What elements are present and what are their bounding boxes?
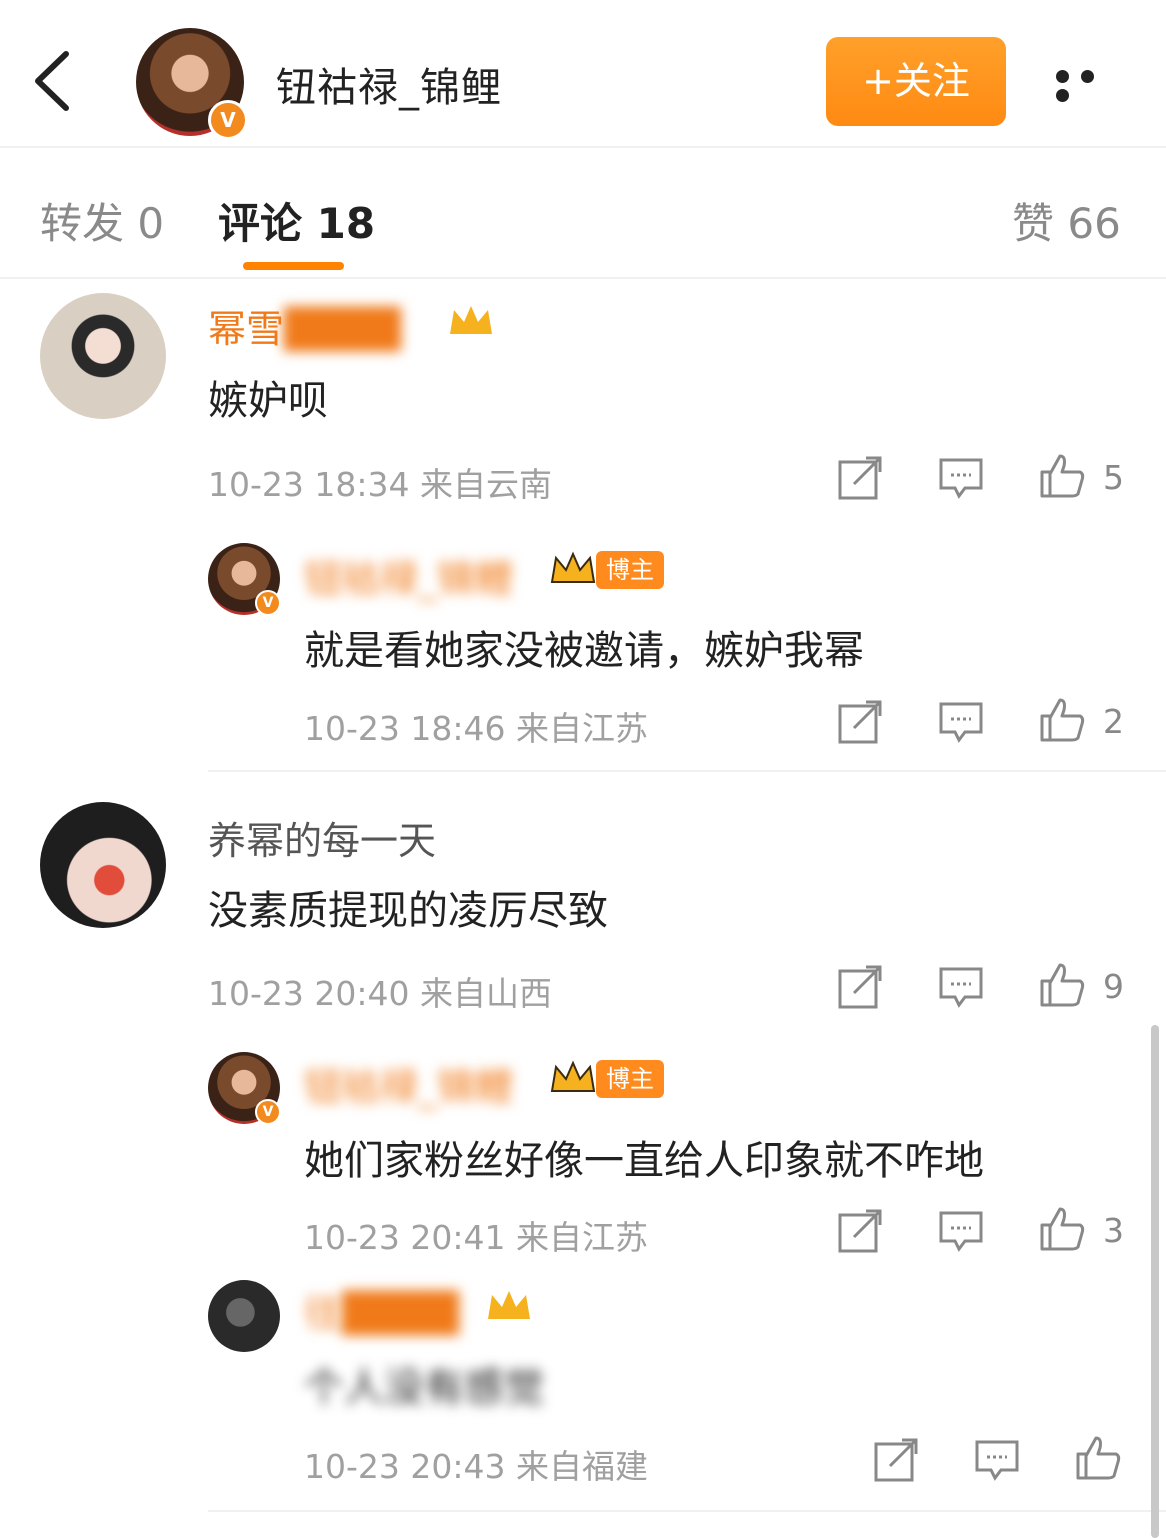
author-name[interactable]: 钮祜禄_锦鲤: [276, 55, 502, 113]
comment-meta: 10-23 20:40 来自山西: [208, 967, 552, 1015]
like-count: 3: [1103, 1211, 1124, 1250]
blurred-name-part: ████: [342, 1291, 459, 1335]
thread-divider: [208, 1510, 1166, 1512]
comment-meta: 10-23 18:34 来自云南: [208, 458, 552, 506]
comment-username[interactable]: 幂雪████: [208, 298, 401, 353]
username-text: 幂雪: [208, 307, 285, 351]
comment-text: 没素质提现的凌厉尽致: [208, 888, 608, 934]
comment-time: 10-23 18:34: [208, 465, 410, 504]
follow-button[interactable]: +关注: [826, 37, 1006, 126]
header-divider: [0, 146, 1166, 148]
active-tab-indicator: [243, 262, 344, 270]
like-count: 9: [1103, 967, 1124, 1006]
avatar[interactable]: [40, 802, 166, 928]
comment-time: 10-23 20:43: [304, 1447, 506, 1486]
comment-username[interactable]: 钮祜禄_锦鲤: [304, 1056, 513, 1111]
thumbs-up-icon[interactable]: [1074, 1434, 1122, 1482]
share-icon[interactable]: [836, 698, 884, 746]
username-text: 往: [304, 1291, 343, 1335]
chevron-left-icon: [35, 51, 69, 111]
comment-username[interactable]: 往████: [304, 1282, 459, 1337]
comment-text: 个人没有感觉: [304, 1365, 544, 1411]
more-dot: [1081, 70, 1094, 83]
thread-divider: [208, 770, 1166, 772]
scrollbar[interactable]: [1151, 1025, 1159, 1538]
crown-icon: [550, 551, 596, 583]
blogger-badge: 博主: [596, 1060, 664, 1098]
username-text: 钮祜禄_锦鲤: [304, 1065, 514, 1109]
comment-username[interactable]: 钮祜禄_锦鲤: [304, 548, 513, 603]
like-count: 2: [1103, 702, 1124, 741]
comment-time: 10-23 20:40: [208, 974, 410, 1013]
comment-icon[interactable]: [937, 698, 985, 746]
more-dot: [1056, 89, 1069, 102]
comment-icon[interactable]: [973, 1436, 1021, 1484]
thumbs-up-icon[interactable]: [1038, 452, 1086, 500]
crown-icon: [450, 306, 492, 334]
tab-comments[interactable]: 评论 18: [218, 190, 375, 251]
share-icon[interactable]: [872, 1436, 920, 1484]
tabs-divider: [0, 277, 1166, 279]
comment-text: 她们家粉丝好像一直给人印象就不咋地: [304, 1138, 984, 1184]
share-icon[interactable]: [836, 1207, 884, 1255]
crown-icon: [550, 1060, 596, 1092]
comment-icon[interactable]: [937, 1207, 985, 1255]
comment-text: 就是看她家没被邀请，嫉妒我幂: [304, 628, 864, 674]
username-text: 钮祜禄_锦鲤: [304, 557, 514, 601]
comment-location: 来自江苏: [515, 709, 648, 748]
back-button[interactable]: [28, 48, 78, 114]
thumbs-up-icon[interactable]: [1038, 1205, 1086, 1253]
share-icon[interactable]: [836, 454, 884, 502]
more-button[interactable]: [1056, 68, 1128, 102]
verified-badge: V: [255, 590, 281, 616]
comment-time: 10-23 18:46: [304, 709, 506, 748]
avatar[interactable]: [40, 293, 166, 419]
verified-badge: V: [208, 100, 248, 140]
avatar[interactable]: [208, 1280, 280, 1352]
verified-badge: V: [255, 1099, 281, 1125]
blogger-badge: 博主: [596, 551, 664, 589]
more-dots-icon: [1056, 70, 1069, 83]
comment-location: 来自山西: [419, 974, 552, 1013]
comment-meta: 10-23 18:46 来自江苏: [304, 702, 648, 750]
comment-icon[interactable]: [937, 963, 985, 1011]
comment-text: 嫉妒呗: [208, 378, 328, 424]
like-count: 5: [1103, 458, 1124, 497]
thumbs-up-icon[interactable]: [1038, 696, 1086, 744]
comment-username[interactable]: 养幂的每一天: [208, 810, 436, 865]
share-icon[interactable]: [836, 963, 884, 1011]
crown-icon: [488, 1291, 530, 1319]
tab-likes[interactable]: 赞 66: [1012, 190, 1121, 251]
comment-icon[interactable]: [937, 454, 985, 502]
comment-meta: 10-23 20:43 来自福建: [304, 1440, 648, 1488]
blurred-name-part: ████: [284, 307, 401, 351]
tab-repost[interactable]: 转发 0: [40, 190, 164, 251]
comment-time: 10-23 20:41: [304, 1218, 506, 1257]
thumbs-up-icon[interactable]: [1038, 961, 1086, 1009]
comment-meta: 10-23 20:41 来自江苏: [304, 1211, 648, 1259]
comment-location: 来自江苏: [515, 1218, 648, 1257]
comment-location: 来自云南: [419, 465, 552, 504]
comment-location: 来自福建: [515, 1447, 648, 1486]
